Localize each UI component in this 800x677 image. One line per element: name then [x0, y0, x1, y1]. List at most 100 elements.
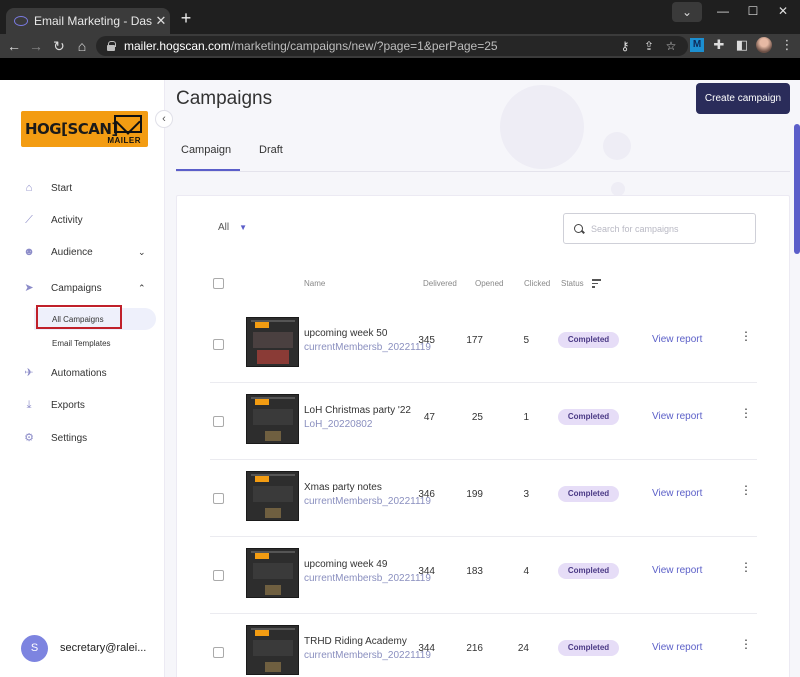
table-row[interactable]: upcoming week 50 currentMembersb_2022111… [210, 306, 757, 383]
extension-m-icon[interactable]: M [690, 38, 704, 52]
avatar[interactable]: S [21, 634, 48, 662]
clicked-count: 4 [523, 566, 529, 577]
campaign-name[interactable]: TRHD Riding Academy [304, 636, 407, 647]
maximize-window-button[interactable]: ☐ [736, 0, 770, 22]
opened-count: 199 [466, 489, 483, 500]
sidebar-item-activity[interactable]: ⟋ Activity [0, 207, 165, 233]
tab-search-dropdown-icon[interactable]: ⌄ [672, 2, 702, 22]
campaign-tabs: Campaign Draft [176, 134, 790, 172]
user-menu[interactable]: S secretary@ralei... [0, 633, 165, 663]
browser-menu-icon[interactable]: ⋮ [778, 36, 796, 54]
campaign-name[interactable]: Xmas party notes [304, 482, 382, 493]
delivered-count: 346 [418, 489, 435, 500]
row-checkbox[interactable] [213, 416, 224, 427]
campaign-thumbnail[interactable] [246, 625, 299, 675]
new-tab-button[interactable]: + [176, 9, 196, 29]
address-bar[interactable]: mailer.hogscan.com /marketing/campaigns/… [96, 36, 688, 56]
close-tab-icon[interactable]: ✕ [152, 13, 170, 29]
column-header-delivered[interactable]: Delivered [423, 279, 457, 288]
campaign-thumbnail[interactable] [246, 317, 299, 367]
more-options-icon[interactable]: ⋮ [740, 638, 752, 656]
caret-down-icon: ▼ [239, 223, 248, 232]
delivered-count: 345 [418, 335, 435, 346]
search-box[interactable] [563, 213, 756, 244]
campaign-name[interactable]: upcoming week 49 [304, 559, 387, 570]
gear-icon: ⚙ [24, 432, 34, 444]
rocket-icon: ✈ [24, 367, 34, 379]
row-checkbox[interactable] [213, 647, 224, 658]
mailer-favicon-icon [14, 16, 28, 26]
column-header-clicked[interactable]: Clicked [524, 279, 550, 288]
row-checkbox[interactable] [213, 570, 224, 581]
view-report-link[interactable]: View report [652, 411, 702, 422]
more-options-icon[interactable]: ⋮ [740, 484, 752, 502]
forward-arrow-icon[interactable]: → [26, 36, 46, 56]
view-report-link[interactable]: View report [652, 642, 702, 653]
table-row[interactable]: upcoming week 49 currentMembersb_2022111… [210, 537, 757, 614]
status-filter-dropdown[interactable]: All ▼ [218, 222, 247, 233]
sidebar-subitem-email-templates[interactable]: Email Templates [34, 332, 156, 354]
extensions-puzzle-icon[interactable]: ✚ [710, 36, 728, 54]
chevron-up-icon[interactable]: ⌃ [138, 283, 146, 294]
view-report-link[interactable]: View report [652, 334, 702, 345]
share-icon[interactable]: ⇪ [640, 37, 658, 55]
campaign-thumbnail[interactable] [246, 548, 299, 598]
campaign-name[interactable]: upcoming week 50 [304, 328, 387, 339]
thumbnail-body [253, 409, 293, 425]
sidebar-item-label: Automations [51, 367, 107, 379]
browser-tab-title: Email Marketing - Dashboard [34, 14, 152, 28]
chevron-down-icon[interactable]: ⌄ [138, 247, 146, 258]
table-row[interactable]: TRHD Riding Academy currentMembersb_2022… [210, 614, 757, 677]
sidebar-item-exports[interactable]: ⤓ Exports [0, 392, 165, 418]
opened-count: 25 [471, 412, 483, 423]
sidebar-item-start[interactable]: ⌂ Start [0, 175, 165, 201]
sort-icon[interactable] [592, 279, 601, 290]
reload-icon[interactable]: ↻ [49, 36, 69, 56]
sidebar-item-settings[interactable]: ⚙ Settings [0, 425, 165, 451]
column-header-name[interactable]: Name [304, 279, 325, 288]
table-row[interactable]: LoH Christmas party '22 LoH_20220802 47 … [210, 383, 757, 460]
sidebar-item-automations[interactable]: ✈ Automations [0, 360, 165, 386]
thumbnail-body [253, 640, 293, 656]
back-arrow-icon[interactable]: ← [4, 36, 24, 56]
tab-campaign[interactable]: Campaign [181, 144, 231, 156]
sidebar-subitem-all-campaigns[interactable]: All Campaigns [34, 305, 156, 330]
sidebar-item-audience[interactable]: ☻ Audience ⌄ [0, 239, 165, 265]
search-input[interactable] [591, 223, 741, 234]
column-header-status[interactable]: Status [561, 279, 584, 288]
more-options-icon[interactable]: ⋮ [740, 407, 752, 425]
more-options-icon[interactable]: ⋮ [740, 330, 752, 348]
hogscan-mailer-logo[interactable]: HOG[SCAN] MAILER [21, 111, 148, 147]
row-checkbox[interactable] [213, 339, 224, 350]
sidebar-item-campaigns[interactable]: ➤ Campaigns ⌃ [0, 275, 165, 301]
view-report-link[interactable]: View report [652, 565, 702, 576]
close-window-button[interactable]: ✕ [766, 0, 800, 22]
table-header: Name Delivered Opened Clicked Status [177, 274, 791, 294]
more-options-icon[interactable]: ⋮ [740, 561, 752, 579]
key-icon[interactable]: ⚷ [616, 37, 634, 55]
logo-subtext: MAILER [107, 136, 141, 145]
view-report-link[interactable]: View report [652, 488, 702, 499]
decorative-bubble [611, 182, 625, 196]
home-icon: ⌂ [25, 182, 33, 194]
sidebar-item-label: Start [51, 182, 73, 194]
browser-profile-avatar[interactable] [756, 37, 772, 53]
chart-line-icon: ⟋ [25, 214, 33, 226]
select-all-checkbox[interactable] [213, 278, 224, 289]
side-panel-icon[interactable]: ◧ [733, 36, 751, 54]
tab-draft[interactable]: Draft [259, 144, 283, 156]
bookmark-star-icon[interactable]: ☆ [662, 37, 680, 55]
campaign-thumbnail[interactable] [246, 471, 299, 521]
column-header-opened[interactable]: Opened [475, 279, 503, 288]
campaign-name[interactable]: LoH Christmas party '22 [304, 405, 411, 416]
row-checkbox[interactable] [213, 493, 224, 504]
browser-tab[interactable]: Email Marketing - Dashboard ✕ [6, 8, 170, 34]
home-browser-icon[interactable]: ⌂ [72, 36, 92, 56]
table-row[interactable]: Xmas party notes currentMembersb_2022111… [210, 460, 757, 537]
campaign-thumbnail[interactable] [246, 394, 299, 444]
collapse-sidebar-chevron-icon[interactable]: ‹ [155, 110, 173, 128]
minimize-window-button[interactable]: — [706, 0, 740, 22]
thumbnail-image [265, 431, 281, 441]
page-scrollbar[interactable] [794, 124, 800, 254]
create-campaign-button[interactable]: Create campaign [696, 83, 790, 114]
